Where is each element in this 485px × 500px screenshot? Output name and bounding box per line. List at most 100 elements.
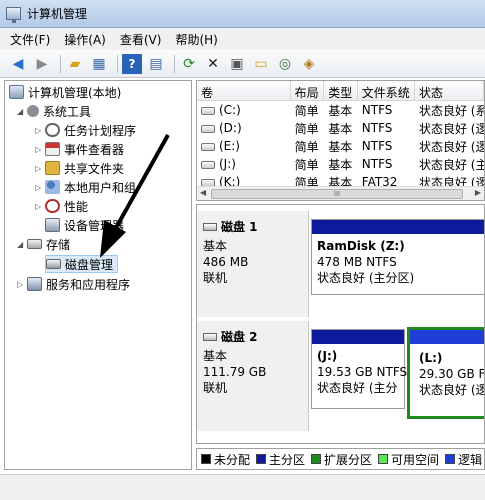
tree-item-device-manager[interactable]: 设备管理器 — [45, 216, 124, 234]
drive-icon — [201, 106, 215, 115]
column-header-type[interactable]: 类型 — [324, 81, 358, 100]
volume-row[interactable]: (E:) 简单 基本 NTFS 状态良好 (逻 — [197, 137, 484, 155]
tree-item-services-apps[interactable]: ▷ 服务和应用程序 — [17, 275, 130, 293]
tree-item-local-users[interactable]: ▷ 本地用户和组 — [35, 178, 136, 196]
forward-icon[interactable]: ▶ — [32, 54, 52, 74]
menu-help[interactable]: 帮助(H) — [175, 31, 217, 48]
scrollbar-thumb[interactable]: III — [211, 189, 463, 199]
menu-file[interactable]: 文件(F) — [10, 31, 50, 48]
legend-label: 扩展分区 — [324, 452, 373, 467]
expand-triangle-icon[interactable]: ▷ — [35, 202, 45, 211]
tree-item-event-viewer[interactable]: ▷ 事件查看器 — [35, 140, 124, 158]
properties-icon[interactable]: ▤ — [146, 54, 166, 74]
shared-folder-icon — [45, 161, 60, 175]
scroll-right-icon[interactable]: ▶ — [475, 188, 481, 197]
expand-triangle-icon[interactable]: ▷ — [35, 145, 45, 154]
open-folder-icon[interactable]: ▭ — [251, 54, 271, 74]
partition-size: 19.53 GB NTFS — [317, 365, 408, 379]
search-icon[interactable]: ◎ — [275, 54, 295, 74]
volume-layout: 简单 — [294, 121, 319, 136]
partition-j[interactable]: (J:) 19.53 GB NTFS 状态良好 (主分 — [311, 329, 408, 409]
tree-item-disk-management[interactable]: 磁盘管理 — [45, 255, 119, 273]
tree-item-label: 本地用户和组 — [64, 180, 137, 195]
volume-row[interactable]: (C:) 简单 基本 NTFS 状态良好 (系 — [197, 101, 484, 119]
delete-icon[interactable]: ✕ — [203, 54, 223, 74]
disk-state: 联机 — [203, 271, 228, 285]
disk-info[interactable]: 磁盘 2 基本 111.79 GB 联机 — [197, 321, 309, 431]
disk-size: 486 MB — [203, 255, 249, 269]
expand-triangle-icon[interactable]: ▷ — [35, 126, 45, 135]
legend-label: 未分配 — [214, 452, 251, 467]
tree-item-label: 设备管理器 — [64, 218, 125, 233]
volume-filesystem: NTFS — [361, 157, 393, 171]
scroll-left-icon[interactable]: ◀ — [200, 188, 206, 197]
toolbar-separator — [117, 54, 118, 73]
volume-layout: 简单 — [294, 157, 319, 172]
horizontal-scrollbar[interactable]: ◀ III ▶ — [197, 186, 484, 200]
partition-size: 478 MB NTFS — [317, 255, 397, 269]
disk-layout-pane: 磁盘 1 基本 486 MB 联机 RamDisk (Z:) 478 MB NT… — [196, 204, 485, 444]
volume-status: 状态良好 (逻 — [418, 121, 484, 136]
refresh-icon[interactable]: ⟳ — [179, 54, 199, 74]
up-folder-icon[interactable]: ▰ — [65, 54, 85, 74]
help-icon[interactable]: ? — [122, 53, 142, 74]
tree-item-task-scheduler[interactable]: ▷ 任务计划程序 — [35, 121, 136, 139]
collapse-triangle-icon[interactable]: ◢ — [17, 107, 27, 116]
collapse-triangle-icon[interactable]: ◢ — [17, 240, 27, 249]
title-bar: 计算机管理 — [0, 0, 485, 28]
window-title: 计算机管理 — [27, 7, 88, 21]
tree-item-performance[interactable]: ▷ 性能 — [35, 197, 88, 215]
legend-swatch — [256, 454, 267, 464]
show-tree-icon[interactable]: ▦ — [89, 54, 109, 74]
volume-list: 卷 布局 类型 文件系统 状态 (C:) 简单 基本 NTFS 状态良好 (系 … — [196, 80, 485, 201]
legend-label: 主分区 — [269, 452, 306, 467]
column-header-status[interactable]: 状态 — [415, 81, 484, 100]
expand-triangle-icon[interactable]: ▷ — [35, 183, 45, 192]
partition-status: 状态良好 (主分 — [317, 381, 398, 395]
event-viewer-icon — [45, 142, 60, 156]
expand-triangle-icon[interactable]: ▷ — [17, 280, 27, 289]
back-icon[interactable]: ◀ — [8, 54, 28, 74]
volume-row[interactable]: (D:) 简单 基本 NTFS 状态良好 (逻 — [197, 119, 484, 137]
computer-management-icon — [9, 85, 24, 99]
disk-state: 联机 — [203, 381, 228, 395]
storage-icon — [27, 239, 42, 249]
menu-bar: 文件(F) 操作(A) 查看(V) 帮助(H) — [0, 28, 485, 50]
volume-filesystem: NTFS — [361, 103, 393, 117]
tree-item-storage[interactable]: ◢ 存储 — [17, 235, 70, 253]
performance-icon — [45, 199, 60, 213]
tree-item-label: 任务计划程序 — [64, 123, 137, 138]
volume-row[interactable]: (J:) 简单 基本 NTFS 状态良好 (主 — [197, 155, 484, 173]
volume-name: (J:) — [219, 157, 236, 171]
disk-info[interactable]: 磁盘 1 基本 486 MB 联机 — [197, 211, 309, 317]
legend-item-primary: 主分区 — [256, 451, 305, 468]
menu-view[interactable]: 查看(V) — [120, 31, 162, 48]
column-header-filesystem[interactable]: 文件系统 — [358, 81, 415, 100]
legend-swatch — [311, 454, 322, 464]
volume-status: 状态良好 (主 — [418, 157, 484, 172]
volume-list-header: 卷 布局 类型 文件系统 状态 — [197, 81, 484, 101]
tree-item-label: 共享文件夹 — [64, 161, 125, 176]
menu-action[interactable]: 操作(A) — [64, 31, 106, 48]
users-icon — [45, 180, 60, 194]
wizard-icon[interactable]: ◈ — [299, 54, 319, 74]
tree-item-shared-folders[interactable]: ▷ 共享文件夹 — [35, 159, 124, 177]
properties-doc-icon[interactable]: ▣ — [227, 54, 247, 74]
volume-filesystem: NTFS — [361, 121, 393, 135]
expand-triangle-icon[interactable]: ▷ — [35, 164, 45, 173]
volume-type: 基本 — [328, 139, 353, 154]
tree-item-system-tools[interactable]: ◢ 系统工具 — [17, 102, 91, 120]
column-header-layout[interactable]: 布局 — [291, 81, 325, 100]
partition-label: RamDisk (Z:) — [317, 239, 405, 253]
tree-item-label: 系统工具 — [43, 104, 92, 119]
tree-item-label: 服务和应用程序 — [46, 277, 131, 292]
volume-status: 状态良好 (系 — [418, 103, 484, 118]
partition-color-bar — [410, 330, 484, 344]
tree-item-computer-management[interactable]: 计算机管理(本地) — [9, 83, 121, 101]
column-header-volume[interactable]: 卷 — [197, 81, 291, 100]
volume-name: (D:) — [219, 121, 242, 135]
volume-type: 基本 — [328, 121, 353, 136]
tree-item-label: 存储 — [46, 237, 71, 252]
partition-l[interactable]: (L:) 29.30 GB FAT 状态良好 (逻辑 — [407, 327, 484, 419]
partition-z[interactable]: RamDisk (Z:) 478 MB NTFS 状态良好 (主分区) — [311, 219, 484, 295]
